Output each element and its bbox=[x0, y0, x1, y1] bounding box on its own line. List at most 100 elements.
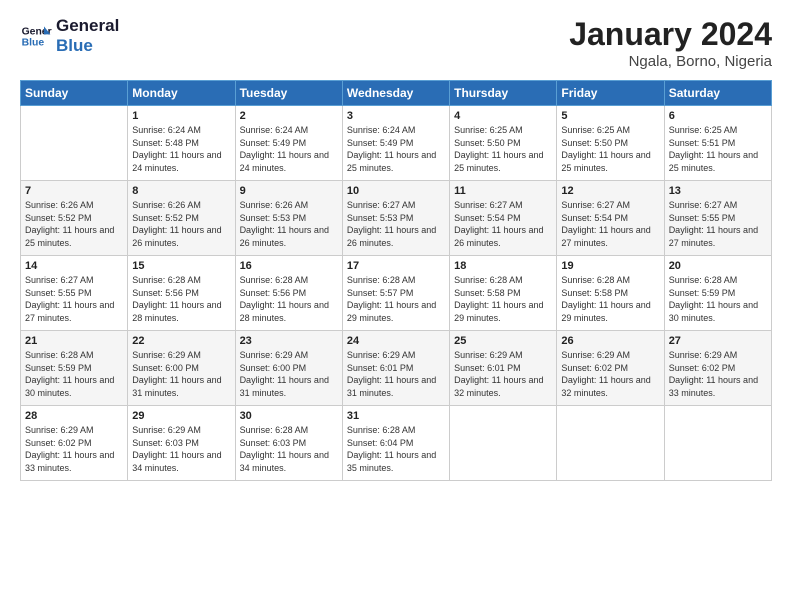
table-row: 16 Sunrise: 6:28 AMSunset: 5:56 PMDaylig… bbox=[235, 256, 342, 331]
day-number: 15 bbox=[132, 260, 230, 272]
day-detail: Sunrise: 6:28 AMSunset: 5:56 PMDaylight:… bbox=[132, 274, 230, 324]
table-row: 15 Sunrise: 6:28 AMSunset: 5:56 PMDaylig… bbox=[128, 256, 235, 331]
day-number: 1 bbox=[132, 110, 230, 122]
main-title: January 2024 bbox=[569, 16, 772, 53]
title-block: January 2024 Ngala, Borno, Nigeria bbox=[569, 16, 772, 70]
table-row: 3 Sunrise: 6:24 AMSunset: 5:49 PMDayligh… bbox=[342, 106, 449, 181]
week-row-2: 14 Sunrise: 6:27 AMSunset: 5:55 PMDaylig… bbox=[21, 256, 772, 331]
day-detail: Sunrise: 6:28 AMSunset: 5:57 PMDaylight:… bbox=[347, 274, 445, 324]
day-number: 31 bbox=[347, 410, 445, 422]
table-row: 1 Sunrise: 6:24 AMSunset: 5:48 PMDayligh… bbox=[128, 106, 235, 181]
svg-text:Blue: Blue bbox=[22, 38, 45, 49]
table-row: 9 Sunrise: 6:26 AMSunset: 5:53 PMDayligh… bbox=[235, 181, 342, 256]
day-number: 13 bbox=[669, 185, 767, 197]
day-number: 12 bbox=[561, 185, 659, 197]
table-row bbox=[664, 406, 771, 481]
day-number: 20 bbox=[669, 260, 767, 272]
day-detail: Sunrise: 6:26 AMSunset: 5:52 PMDaylight:… bbox=[132, 199, 230, 249]
table-row: 8 Sunrise: 6:26 AMSunset: 5:52 PMDayligh… bbox=[128, 181, 235, 256]
day-detail: Sunrise: 6:25 AMSunset: 5:51 PMDaylight:… bbox=[669, 124, 767, 174]
col-friday: Friday bbox=[557, 81, 664, 106]
day-number: 21 bbox=[25, 335, 123, 347]
day-number: 24 bbox=[347, 335, 445, 347]
table-row: 6 Sunrise: 6:25 AMSunset: 5:51 PMDayligh… bbox=[664, 106, 771, 181]
table-row: 25 Sunrise: 6:29 AMSunset: 6:01 PMDaylig… bbox=[450, 331, 557, 406]
day-detail: Sunrise: 6:28 AMSunset: 5:56 PMDaylight:… bbox=[240, 274, 338, 324]
col-thursday: Thursday bbox=[450, 81, 557, 106]
table-row: 4 Sunrise: 6:25 AMSunset: 5:50 PMDayligh… bbox=[450, 106, 557, 181]
table-row: 10 Sunrise: 6:27 AMSunset: 5:53 PMDaylig… bbox=[342, 181, 449, 256]
day-number: 7 bbox=[25, 185, 123, 197]
day-number: 8 bbox=[132, 185, 230, 197]
week-row-0: 1 Sunrise: 6:24 AMSunset: 5:48 PMDayligh… bbox=[21, 106, 772, 181]
day-detail: Sunrise: 6:27 AMSunset: 5:55 PMDaylight:… bbox=[25, 274, 123, 324]
logo: General Blue General Blue bbox=[20, 16, 119, 57]
subtitle: Ngala, Borno, Nigeria bbox=[569, 53, 772, 70]
day-detail: Sunrise: 6:27 AMSunset: 5:55 PMDaylight:… bbox=[669, 199, 767, 249]
logo-line2: Blue bbox=[56, 36, 119, 56]
page-container: General Blue General Blue January 2024 N… bbox=[0, 0, 792, 491]
table-row: 13 Sunrise: 6:27 AMSunset: 5:55 PMDaylig… bbox=[664, 181, 771, 256]
day-number: 4 bbox=[454, 110, 552, 122]
day-number: 14 bbox=[25, 260, 123, 272]
table-row: 30 Sunrise: 6:28 AMSunset: 6:03 PMDaylig… bbox=[235, 406, 342, 481]
table-row: 7 Sunrise: 6:26 AMSunset: 5:52 PMDayligh… bbox=[21, 181, 128, 256]
logo-icon: General Blue bbox=[20, 20, 52, 52]
table-row bbox=[450, 406, 557, 481]
week-row-3: 21 Sunrise: 6:28 AMSunset: 5:59 PMDaylig… bbox=[21, 331, 772, 406]
day-number: 3 bbox=[347, 110, 445, 122]
day-number: 5 bbox=[561, 110, 659, 122]
day-number: 29 bbox=[132, 410, 230, 422]
table-row: 21 Sunrise: 6:28 AMSunset: 5:59 PMDaylig… bbox=[21, 331, 128, 406]
day-detail: Sunrise: 6:29 AMSunset: 6:00 PMDaylight:… bbox=[132, 349, 230, 399]
day-detail: Sunrise: 6:29 AMSunset: 6:02 PMDaylight:… bbox=[25, 424, 123, 474]
day-number: 9 bbox=[240, 185, 338, 197]
day-number: 18 bbox=[454, 260, 552, 272]
week-row-1: 7 Sunrise: 6:26 AMSunset: 5:52 PMDayligh… bbox=[21, 181, 772, 256]
header: General Blue General Blue January 2024 N… bbox=[20, 16, 772, 70]
day-number: 22 bbox=[132, 335, 230, 347]
table-row: 11 Sunrise: 6:27 AMSunset: 5:54 PMDaylig… bbox=[450, 181, 557, 256]
table-row: 31 Sunrise: 6:28 AMSunset: 6:04 PMDaylig… bbox=[342, 406, 449, 481]
table-row: 18 Sunrise: 6:28 AMSunset: 5:58 PMDaylig… bbox=[450, 256, 557, 331]
day-number: 16 bbox=[240, 260, 338, 272]
day-detail: Sunrise: 6:25 AMSunset: 5:50 PMDaylight:… bbox=[561, 124, 659, 174]
table-row: 22 Sunrise: 6:29 AMSunset: 6:00 PMDaylig… bbox=[128, 331, 235, 406]
table-row: 24 Sunrise: 6:29 AMSunset: 6:01 PMDaylig… bbox=[342, 331, 449, 406]
table-row: 23 Sunrise: 6:29 AMSunset: 6:00 PMDaylig… bbox=[235, 331, 342, 406]
table-row: 26 Sunrise: 6:29 AMSunset: 6:02 PMDaylig… bbox=[557, 331, 664, 406]
day-detail: Sunrise: 6:27 AMSunset: 5:53 PMDaylight:… bbox=[347, 199, 445, 249]
day-detail: Sunrise: 6:28 AMSunset: 6:04 PMDaylight:… bbox=[347, 424, 445, 474]
day-detail: Sunrise: 6:27 AMSunset: 5:54 PMDaylight:… bbox=[561, 199, 659, 249]
table-row: 5 Sunrise: 6:25 AMSunset: 5:50 PMDayligh… bbox=[557, 106, 664, 181]
col-saturday: Saturday bbox=[664, 81, 771, 106]
col-tuesday: Tuesday bbox=[235, 81, 342, 106]
table-row bbox=[21, 106, 128, 181]
day-number: 10 bbox=[347, 185, 445, 197]
table-row: 17 Sunrise: 6:28 AMSunset: 5:57 PMDaylig… bbox=[342, 256, 449, 331]
day-number: 25 bbox=[454, 335, 552, 347]
day-detail: Sunrise: 6:29 AMSunset: 6:02 PMDaylight:… bbox=[669, 349, 767, 399]
table-row: 12 Sunrise: 6:27 AMSunset: 5:54 PMDaylig… bbox=[557, 181, 664, 256]
day-number: 28 bbox=[25, 410, 123, 422]
day-number: 19 bbox=[561, 260, 659, 272]
table-row: 27 Sunrise: 6:29 AMSunset: 6:02 PMDaylig… bbox=[664, 331, 771, 406]
day-detail: Sunrise: 6:26 AMSunset: 5:52 PMDaylight:… bbox=[25, 199, 123, 249]
day-detail: Sunrise: 6:28 AMSunset: 5:59 PMDaylight:… bbox=[25, 349, 123, 399]
table-row: 28 Sunrise: 6:29 AMSunset: 6:02 PMDaylig… bbox=[21, 406, 128, 481]
day-detail: Sunrise: 6:26 AMSunset: 5:53 PMDaylight:… bbox=[240, 199, 338, 249]
week-row-4: 28 Sunrise: 6:29 AMSunset: 6:02 PMDaylig… bbox=[21, 406, 772, 481]
day-detail: Sunrise: 6:29 AMSunset: 6:00 PMDaylight:… bbox=[240, 349, 338, 399]
table-row: 2 Sunrise: 6:24 AMSunset: 5:49 PMDayligh… bbox=[235, 106, 342, 181]
day-detail: Sunrise: 6:27 AMSunset: 5:54 PMDaylight:… bbox=[454, 199, 552, 249]
day-detail: Sunrise: 6:28 AMSunset: 5:59 PMDaylight:… bbox=[669, 274, 767, 324]
day-detail: Sunrise: 6:29 AMSunset: 6:02 PMDaylight:… bbox=[561, 349, 659, 399]
table-row: 19 Sunrise: 6:28 AMSunset: 5:58 PMDaylig… bbox=[557, 256, 664, 331]
day-number: 30 bbox=[240, 410, 338, 422]
day-detail: Sunrise: 6:28 AMSunset: 5:58 PMDaylight:… bbox=[561, 274, 659, 324]
day-detail: Sunrise: 6:28 AMSunset: 5:58 PMDaylight:… bbox=[454, 274, 552, 324]
logo-line1: General bbox=[56, 16, 119, 36]
table-row: 29 Sunrise: 6:29 AMSunset: 6:03 PMDaylig… bbox=[128, 406, 235, 481]
calendar-table: Sunday Monday Tuesday Wednesday Thursday… bbox=[20, 80, 772, 481]
day-detail: Sunrise: 6:24 AMSunset: 5:49 PMDaylight:… bbox=[347, 124, 445, 174]
